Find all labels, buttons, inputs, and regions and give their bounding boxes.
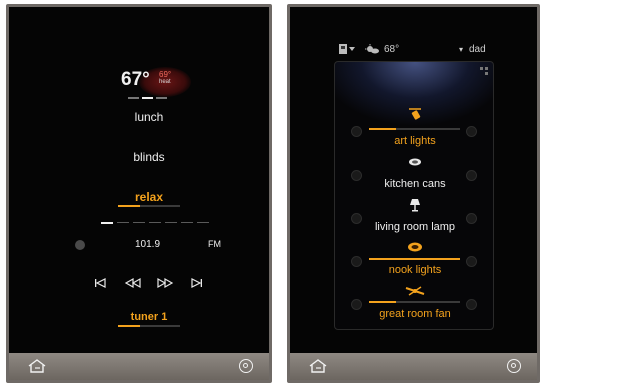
source-tuner-button[interactable]: tuner 1 [131, 311, 168, 323]
tuner-scale[interactable] [101, 222, 209, 224]
kitchen-cans-dim-button[interactable] [351, 170, 362, 181]
rewind-icon[interactable] [125, 277, 141, 289]
art-lights-brighten-button[interactable] [466, 126, 477, 137]
user-dropdown-arrow[interactable]: ▾ [459, 45, 463, 54]
current-temperature: 67° [121, 69, 150, 90]
home-icon[interactable] [308, 359, 328, 373]
light-nook-lights[interactable]: nook lights [389, 264, 442, 276]
nook-lights-dim-button[interactable] [351, 256, 362, 267]
nook-lights-brighten-button[interactable] [466, 256, 477, 267]
can-light-icon [409, 158, 421, 166]
skip-back-icon[interactable] [93, 277, 107, 289]
great-room-fan-level [369, 301, 397, 303]
scene-lunch-button[interactable]: lunch [135, 110, 164, 124]
pendant-icon [408, 242, 422, 252]
setpoint-temperature: 69° [159, 70, 172, 79]
light-great-room-fan[interactable]: great room fan [379, 308, 451, 320]
room-menu-icon[interactable] [338, 43, 356, 55]
radio-icon[interactable] [75, 240, 85, 250]
scene-relax-button[interactable]: relax [135, 190, 163, 204]
track-light-icon [409, 108, 421, 120]
nook-lights-level [369, 258, 460, 260]
tuner-band: FM [208, 239, 221, 249]
left-touch-panel: 67° 69° heat lunch blinds relax 101.9 FM… [6, 4, 272, 383]
living-room-lamp-brighten-button[interactable] [466, 213, 477, 224]
light-art-lights[interactable]: art lights [394, 135, 436, 147]
art-lights-level [369, 128, 397, 130]
expand-icon[interactable] [479, 66, 489, 76]
great-room-fan-dim-button[interactable] [351, 299, 362, 310]
weather-icon [365, 44, 379, 54]
right-touch-panel: 68° ▾ dad art lights kitchen cans living… [287, 4, 540, 383]
kitchen-cans-brighten-button[interactable] [466, 170, 477, 181]
page-indicator [128, 97, 167, 99]
outdoor-temperature: 68° [384, 44, 400, 55]
user-selector[interactable]: dad [469, 44, 486, 55]
light-living-room-lamp[interactable]: living room lamp [375, 221, 455, 233]
art-lights-slider[interactable] [369, 128, 460, 130]
power-icon[interactable] [507, 359, 521, 373]
tuner-frequency: 101.9 [135, 239, 161, 250]
bottom-bar [9, 353, 269, 380]
fan-icon [405, 286, 425, 296]
light-kitchen-cans[interactable]: kitchen cans [384, 178, 445, 190]
skip-forward-icon[interactable] [190, 277, 204, 289]
great-room-fan-brighten-button[interactable] [466, 299, 477, 310]
home-icon[interactable] [27, 359, 47, 373]
living-room-lamp-dim-button[interactable] [351, 213, 362, 224]
source-level-bar [118, 325, 180, 327]
setpoint-mode-label: heat [159, 79, 171, 85]
source-level-fill [118, 325, 140, 327]
power-icon[interactable] [239, 359, 253, 373]
bottom-bar [290, 353, 537, 380]
great-room-fan-slider[interactable] [369, 301, 460, 303]
nook-lights-slider[interactable] [369, 258, 460, 260]
lamp-icon [410, 199, 420, 212]
fast-forward-icon[interactable] [157, 277, 173, 289]
art-lights-dim-button[interactable] [351, 126, 362, 137]
relax-level-bar [118, 205, 180, 207]
scene-blinds-button[interactable]: blinds [133, 150, 164, 164]
relax-level-fill [118, 205, 140, 207]
